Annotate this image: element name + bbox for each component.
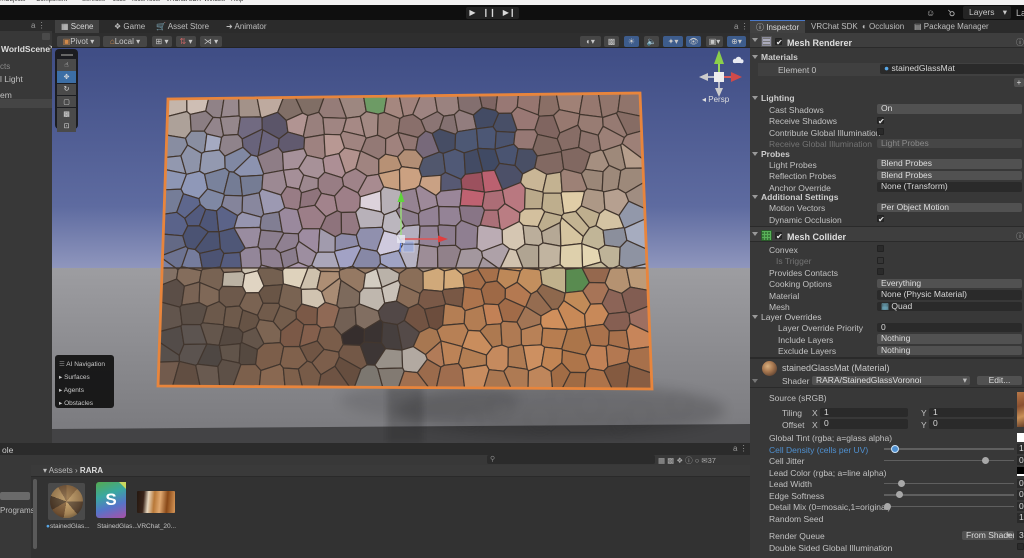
- svg-text:◂ Persp: ◂ Persp: [702, 95, 730, 104]
